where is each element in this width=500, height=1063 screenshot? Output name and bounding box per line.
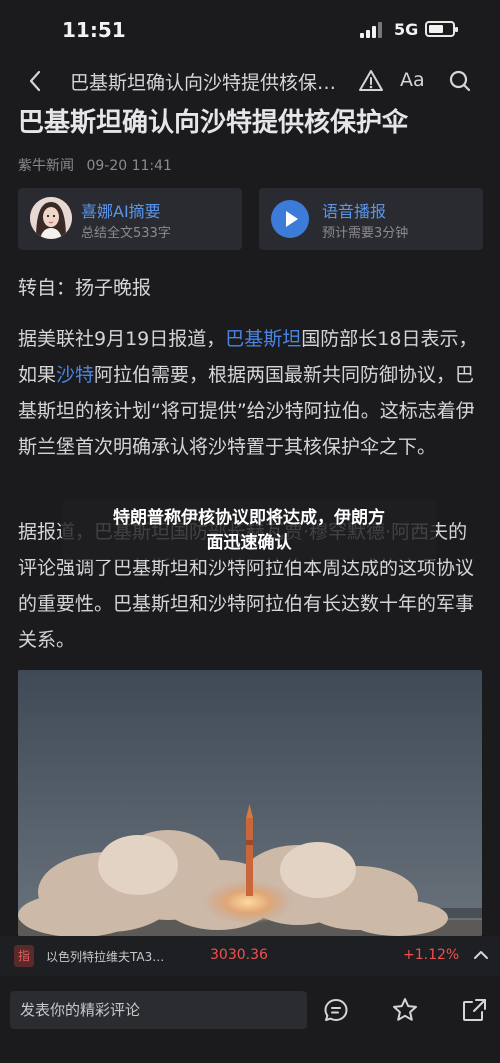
ai-summary-subtitle: 总结全文533字 xyxy=(81,226,171,241)
signal-icon xyxy=(360,22,384,38)
audio-title: 语音播报 xyxy=(322,202,387,221)
star-icon xyxy=(393,998,417,1021)
ai-summary-card[interactable]: 喜娜AI摘要 总结全文533字 xyxy=(18,188,242,250)
status-bar: 11:51 5G xyxy=(0,0,500,58)
share-button[interactable] xyxy=(460,996,488,1024)
comments-button[interactable] xyxy=(322,996,350,1024)
article-photo-missile-launch[interactable] xyxy=(18,670,482,936)
search-icon xyxy=(449,70,471,92)
audio-playback-card[interactable]: 语音播报 预计需要3分钟 xyxy=(259,188,483,250)
network-label: 5G xyxy=(394,20,419,39)
battery-icon xyxy=(425,21,458,37)
toast-line-2: 面迅速确认 xyxy=(206,533,292,553)
paragraph-text: 据美联社9月19日报道， xyxy=(18,328,226,350)
publish-time: 09-20 11:41 xyxy=(86,158,172,174)
ticker-price: 3030.36 xyxy=(210,947,268,963)
toast-line-1: 特朗普称伊核协议即将达成，伊朗方 xyxy=(113,508,385,528)
status-time: 11:51 xyxy=(62,18,126,42)
search-button[interactable] xyxy=(447,68,473,94)
link-pakistan[interactable]: 巴基斯坦 xyxy=(225,328,301,350)
repost-source: 转自：扬子晚报 xyxy=(18,277,152,299)
warning-icon xyxy=(359,70,383,91)
link-saudi[interactable]: 沙特 xyxy=(56,364,94,386)
font-size-button[interactable]: Aa xyxy=(400,69,432,95)
avatar xyxy=(30,197,72,239)
audio-subtitle: 预计需要3分钟 xyxy=(322,226,409,241)
source-name[interactable]: 紫牛新闻 xyxy=(18,158,74,174)
play-icon xyxy=(271,200,309,238)
market-ticker[interactable]: 指 以色列特拉维夫TA3… 3030.36 +1.12% xyxy=(0,936,500,976)
chevron-left-icon xyxy=(29,70,41,92)
report-button[interactable] xyxy=(358,68,384,94)
ai-summary-title: 喜娜AI摘要 xyxy=(81,202,161,221)
ticker-change: +1.12% xyxy=(403,947,460,963)
comment-icon xyxy=(324,999,348,1021)
favorite-button[interactable] xyxy=(391,996,419,1024)
article-meta: 紫牛新闻 09-20 11:41 xyxy=(18,155,180,175)
paragraph-1: 据美联社9月19日报道，巴基斯坦国防部长18日表示，如果沙特阿拉伯需要，根据两国… xyxy=(18,321,484,465)
nav-title: 巴基斯坦确认向沙特提供核保… xyxy=(70,72,337,94)
ticker-name: 以色列特拉维夫TA3… xyxy=(46,950,165,964)
nav-bar: 巴基斯坦确认向沙特提供核保… Aa xyxy=(0,58,500,104)
comment-input[interactable] xyxy=(10,991,307,1029)
chevron-up-icon xyxy=(474,951,488,959)
ticker-collapse-button[interactable] xyxy=(470,944,492,966)
back-button[interactable] xyxy=(22,67,50,95)
article-title: 巴基斯坦确认向沙特提供核保护伞 xyxy=(18,108,409,138)
ticker-tag: 指 xyxy=(14,945,34,967)
news-toast[interactable]: 特朗普称伊核协议即将达成，伊朗方 面迅速确认 xyxy=(62,500,436,560)
share-icon xyxy=(463,999,486,1021)
comment-bar xyxy=(0,976,500,1063)
